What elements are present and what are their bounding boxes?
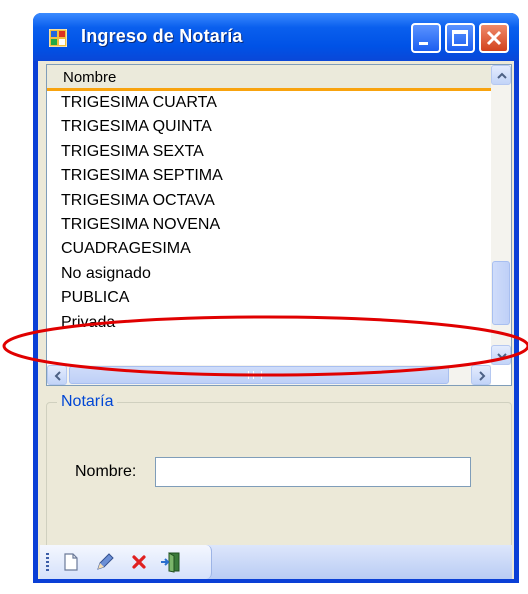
toolstrip bbox=[40, 545, 212, 579]
nombre-input[interactable] bbox=[155, 457, 471, 487]
scroll-left-button[interactable] bbox=[47, 365, 67, 385]
new-document-icon[interactable] bbox=[60, 551, 82, 573]
horizontal-scroll-thumb[interactable] bbox=[69, 366, 449, 384]
toolbar bbox=[40, 545, 512, 579]
scroll-right-button[interactable] bbox=[471, 365, 491, 385]
toolstrip-grip[interactable] bbox=[46, 553, 49, 571]
grid-row[interactable]: PUBLICA bbox=[47, 286, 491, 310]
close-icon bbox=[486, 30, 502, 46]
minimize-icon bbox=[419, 42, 428, 45]
grid-row[interactable]: TRIGESIMA CUARTA bbox=[47, 91, 491, 115]
scroll-down-button[interactable] bbox=[491, 345, 511, 365]
scroll-grip bbox=[248, 371, 262, 379]
client-area: Nombre TRIGESIMA CUARTA TRIGESIMA QUINTA… bbox=[38, 61, 514, 579]
maximize-button[interactable] bbox=[445, 23, 475, 53]
grid-row[interactable]: TRIGESIMA QUINTA bbox=[47, 115, 491, 139]
horizontal-scrollbar[interactable] bbox=[47, 365, 491, 385]
app-window: Ingreso de Notaría Nombre TRIGESIMA CUAR… bbox=[33, 13, 519, 583]
pencil-icon[interactable] bbox=[94, 551, 116, 573]
grid-row[interactable]: No asignado bbox=[47, 262, 491, 286]
grid-row[interactable]: CUADRAGESIMA bbox=[47, 237, 491, 261]
column-header-label: Nombre bbox=[63, 69, 117, 86]
notaria-grid[interactable]: Nombre TRIGESIMA CUARTA TRIGESIMA QUINTA… bbox=[46, 64, 512, 386]
delete-x-icon[interactable] bbox=[128, 551, 150, 573]
vertical-scrollbar[interactable] bbox=[491, 65, 511, 365]
grid-row[interactable]: TRIGESIMA SEPTIMA bbox=[47, 164, 491, 188]
groupbox-legend: Notaría bbox=[57, 393, 118, 411]
title-bar[interactable]: Ingreso de Notaría bbox=[33, 13, 519, 61]
grid-rows: TRIGESIMA CUARTA TRIGESIMA QUINTA TRIGES… bbox=[47, 91, 491, 335]
maximize-icon bbox=[452, 30, 468, 46]
form-icon bbox=[49, 29, 67, 47]
grid-row[interactable]: TRIGESIMA NOVENA bbox=[47, 213, 491, 237]
chevron-left-icon bbox=[54, 371, 61, 381]
window-title: Ingreso de Notaría bbox=[81, 26, 243, 46]
chevron-up-icon bbox=[497, 72, 507, 79]
chevron-right-icon bbox=[479, 371, 486, 381]
nombre-label: Nombre: bbox=[75, 463, 137, 480]
vertical-scroll-thumb[interactable] bbox=[492, 261, 510, 325]
grid-row-privada[interactable]: Privada bbox=[47, 311, 491, 335]
chevron-down-icon bbox=[497, 353, 507, 360]
grid-row[interactable]: TRIGESIMA OCTAVA bbox=[47, 189, 491, 213]
minimize-button[interactable] bbox=[411, 23, 441, 53]
exit-door-icon[interactable] bbox=[160, 551, 182, 573]
scroll-up-button[interactable] bbox=[491, 65, 511, 85]
column-header-nombre[interactable]: Nombre bbox=[47, 65, 491, 91]
grid-row[interactable]: TRIGESIMA SEXTA bbox=[47, 140, 491, 164]
close-button[interactable] bbox=[479, 23, 509, 53]
